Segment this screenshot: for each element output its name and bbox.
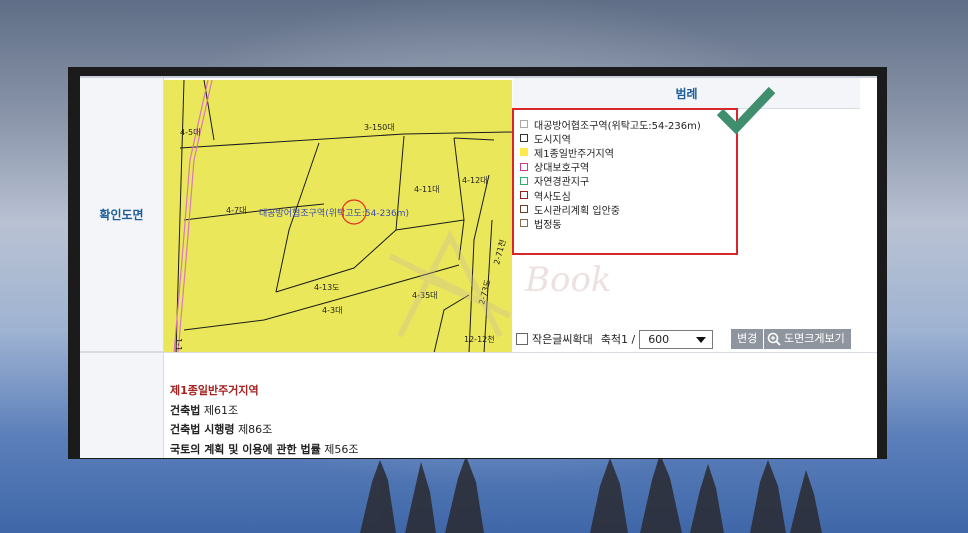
law-name[interactable]: 국토의 계획 및 이용에 관한 법률 [170,443,321,456]
law-article: 제86조 [238,423,273,436]
legend-label: 역사도심 [534,191,571,203]
parcel-label: 4-35대 [412,291,438,300]
legend-label: 도시지역 [534,134,571,146]
legend-item: 도시지역 [520,131,736,146]
parcel-label: 4-5대 [180,128,200,137]
scale-value: 600 [648,332,670,346]
watermark-text: Book [524,260,612,300]
parcel-label: 4-12대 [462,176,488,185]
legend-label: 도시관리계획 입안중 [534,205,620,217]
legend-swatch [520,176,528,185]
overlay-label: 대공방어협조구역(위탁고도:54-236m) [259,207,409,219]
details-label-cell [80,353,164,458]
chevron-down-icon [696,336,707,343]
legend-item: 법정동 [520,216,736,231]
background-trees [360,454,822,533]
law-reference: 건축법 시행령 제86조 [170,420,770,440]
enlarge-map-label: 도면크게보기 [784,332,845,345]
scale-label: 축척1 / [600,333,636,346]
legend-title: 범례 [675,86,698,101]
change-scale-button[interactable]: 변경 [731,329,764,349]
law-article: 제61조 [203,403,239,417]
parcel-label: 4-11대 [414,185,440,194]
regulation-details: 제1종일반주거지역 건축법 제61조 건축법 시행령 제86조 국토의 계획 및 이… [170,381,770,458]
legend-item: 도시관리계획 입안중 [520,202,736,217]
parcel-label: 4-13도 [314,283,340,292]
zoom-in-icon [767,332,781,346]
legend-swatch [520,134,528,143]
law-article: 제56조 [324,442,359,456]
section-divider [80,352,877,353]
parcel-label: 12-12천 [464,334,495,344]
legend-item: 상대보호구역 [520,160,736,174]
parcel-label: 1-154 [174,338,183,353]
law-reference: 국토의 계획 및 이용에 관한 법률 제56조 [170,440,770,459]
land-use-panel: 확인도면 3-150대 4-5대 4-11대 4-12대 4-7대 4-13도 … [80,76,877,458]
enlarge-map-button[interactable]: 도면크게보기 [764,329,851,349]
law-reference: 건축법 제61조 [170,401,770,421]
legend-header: 범례 [513,78,860,109]
legend-swatch [520,205,528,214]
parcel-label: 4-7대 [226,206,246,215]
parcel-label: 4-3대 [322,306,342,315]
small-text-label[interactable]: 작은글씨확대 [532,331,593,347]
legend-swatch [520,191,528,200]
legend-label: 제1종일반주거지역 [534,148,614,160]
legend-label: 대공방어협조구역(위탁고도:54-236m) [534,120,701,132]
small-text-checkbox[interactable] [516,333,528,345]
legend-label: 자연경관지구 [534,177,590,189]
legend-label: 법정동 [534,219,562,231]
map-controls: 작은글씨확대 축척1 / 600 [516,328,714,350]
legend-swatch [520,219,528,228]
legend-label: 상대보호구역 [534,163,590,175]
legend-item: 제1종일반주거지역 [520,145,736,160]
legend-swatch [520,120,528,129]
legend-item: 자연경관지구 [520,174,736,188]
legend-swatch [520,148,528,157]
law-name[interactable]: 건축법 [170,404,200,417]
screenshot-frame: 확인도면 3-150대 4-5대 4-11대 4-12대 4-7대 4-13도 … [68,67,887,459]
law-name[interactable]: 건축법 시행령 [170,423,235,436]
legend-item: 대공방어협조구역(위탁고도:54-236m) [520,117,736,132]
legend-highlight-box: 대공방어협조구역(위탁고도:54-236m) 도시지역제1종일반주거지역상대보호구… [512,108,738,255]
zone-title: 제1종일반주거지역 [170,384,259,397]
map-label: 확인도면 [99,208,144,222]
map-label-cell: 확인도면 [80,78,164,352]
legend-item: 역사도심 [520,188,736,203]
scale-select[interactable]: 600 [639,329,714,349]
legend-swatch [520,162,528,171]
check-icon [716,86,776,134]
parcel-label: 3-150대 [364,123,395,132]
cadastral-map[interactable]: 3-150대 4-5대 4-11대 4-12대 4-7대 4-13도 4-35대 4-3대 12… [164,80,512,353]
